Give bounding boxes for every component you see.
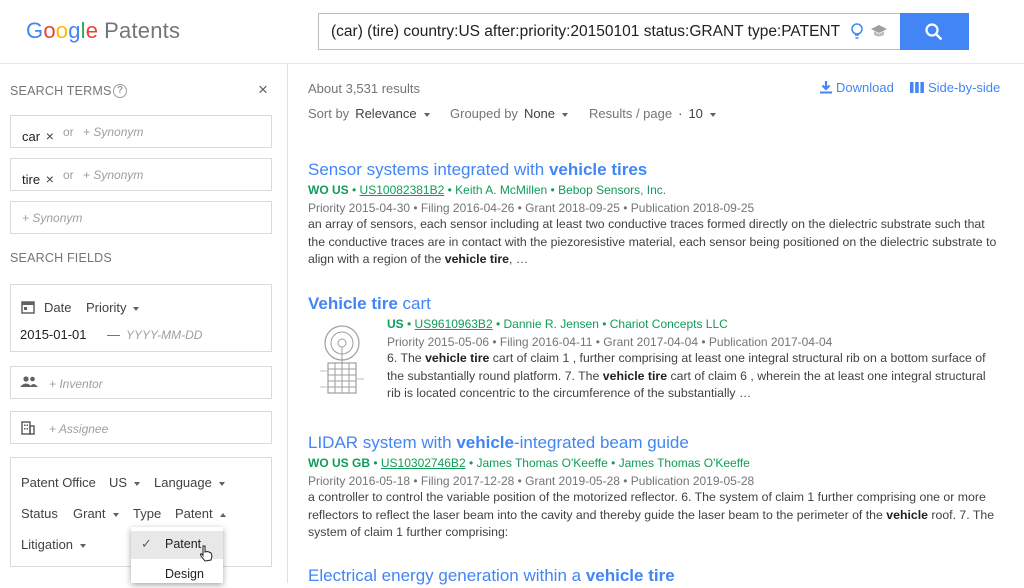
logo-letter: g [68, 18, 81, 43]
search-icon [925, 23, 943, 41]
result-snippet: a controller to control the variable pos… [308, 490, 995, 539]
result-title-link[interactable]: Electrical energy generation within a ve… [308, 566, 675, 586]
empty-term-box[interactable]: + Synonym [10, 201, 272, 234]
assignee-field[interactable]: + Assignee [10, 411, 272, 444]
patent-drawing-thumbnail[interactable] [312, 321, 372, 401]
date-type-dropdown[interactable]: Priority [86, 300, 140, 315]
people-icon [20, 376, 38, 387]
chevron-down-icon [562, 112, 569, 117]
search-term-value: tire × [22, 171, 54, 187]
type-option-design[interactable]: Design [131, 560, 223, 588]
check-icon: ✓ [141, 536, 152, 551]
or-label: or [63, 125, 74, 139]
grouped-by-dropdown[interactable]: Grouped by None [450, 106, 569, 121]
assignee-input[interactable]: + Assignee [49, 422, 108, 436]
logo-letter: e [85, 18, 99, 43]
result-ids: WO US GB • US10302746B2 • James Thomas O… [308, 456, 750, 470]
side-by-side-link[interactable]: Side-by-side [910, 80, 1000, 95]
synonym-input[interactable]: + Synonym [83, 168, 143, 182]
status-dropdown[interactable]: Grant [73, 506, 119, 521]
status-label: Status [21, 506, 58, 521]
patent-number-link[interactable]: US9610963B2 [415, 317, 493, 331]
chevron-up-icon [219, 512, 226, 517]
scholar-cap-icon[interactable] [870, 23, 888, 39]
synonym-input[interactable]: + Synonym [22, 211, 82, 225]
type-label: Type [133, 506, 162, 521]
download-icon [820, 81, 832, 94]
synonym-input[interactable]: + Synonym [83, 125, 143, 139]
result-title-link[interactable]: Sensor systems integrated with vehicle t… [308, 160, 647, 180]
search-input[interactable] [331, 14, 851, 49]
logo-letter: o [55, 18, 69, 43]
result-ids: US • US9610963B2 • Dannie R. Jensen • Ch… [387, 317, 728, 331]
remove-term-icon[interactable]: × [46, 128, 54, 144]
type-option-patent[interactable]: ✓ Patent [131, 531, 223, 562]
results-per-page-dropdown[interactable]: Results / page · 10 [589, 106, 716, 121]
result-snippet: 6. The vehicle tire cart of claim 1 , fu… [387, 351, 986, 400]
or-label: or [63, 168, 74, 182]
date-from-input[interactable]: 2015-01-01 [20, 327, 87, 342]
sort-by-dropdown[interactable]: Sort by Relevance [308, 106, 430, 121]
result-snippet: an array of sensors, each sensor includi… [308, 217, 997, 266]
result-dates: Priority 2016-05-18 • Filing 2017-12-28 … [308, 474, 755, 488]
language-dropdown[interactable]: Language [154, 475, 225, 490]
chevron-down-icon [133, 306, 140, 311]
building-icon [21, 421, 35, 435]
remove-term-icon[interactable]: × [46, 171, 54, 187]
help-icon[interactable]: ? [113, 84, 127, 98]
date-to-input[interactable]: YYYY-MM-DD [126, 328, 202, 342]
result-title-link[interactable]: Vehicle tire cart [308, 294, 431, 314]
result-dates: Priority 2015-04-30 • Filing 2016-04-26 … [308, 201, 755, 215]
download-link[interactable]: Download [820, 80, 894, 95]
search-box [318, 13, 900, 50]
search-term-car[interactable]: car × or + Synonym [10, 115, 272, 148]
inventor-input[interactable]: + Inventor [49, 377, 103, 391]
patent-office-label: Patent Office [21, 475, 96, 490]
patent-number-link[interactable]: US10082381B2 [360, 183, 445, 197]
calendar-icon [21, 301, 35, 314]
search-term-tire[interactable]: tire × or + Synonym [10, 158, 272, 191]
chevron-down-icon [709, 112, 716, 117]
search-term-value: car × [22, 128, 54, 144]
patent-office-dropdown[interactable]: US [109, 475, 141, 490]
chevron-down-icon [112, 512, 119, 517]
result-dates: Priority 2015-05-06 • Filing 2016-04-11 … [387, 335, 833, 349]
logo-letter: o [43, 18, 56, 43]
inventor-field[interactable]: + Inventor [10, 366, 272, 399]
chevron-down-icon [80, 543, 87, 548]
lightbulb-icon[interactable] [850, 23, 864, 41]
search-terms-label: SEARCH TERMS [10, 84, 112, 98]
columns-icon [910, 82, 924, 93]
close-icon[interactable]: × [258, 80, 268, 100]
type-option-label: Patent [165, 537, 202, 551]
patent-number-link[interactable]: US10302746B2 [381, 456, 466, 470]
google-patents-logo[interactable]: Google Patents [26, 18, 180, 44]
litigation-dropdown[interactable]: Litigation [21, 537, 87, 552]
type-dropdown[interactable]: Patent [175, 506, 226, 521]
chevron-down-icon [134, 481, 141, 486]
result-ids: WO US • US10082381B2 • Keith A. McMillen… [308, 183, 667, 197]
date-label: Date [44, 300, 72, 315]
search-fields-label: SEARCH FIELDS [10, 251, 112, 265]
type-option-label: Design [165, 567, 204, 581]
date-field: Date Priority 2015-01-01 — YYYY-MM-DD [10, 284, 272, 352]
logo-letter: G [26, 18, 44, 43]
type-dropdown-menu: ✓ Patent Design [131, 527, 223, 583]
result-title-link[interactable]: LIDAR system with vehicle-integrated bea… [308, 433, 689, 453]
search-button[interactable] [900, 13, 969, 50]
results-count: About 3,531 results [308, 81, 421, 96]
search-sidebar: SEARCH TERMS ? × car × or + Synonym tire… [0, 64, 288, 583]
chevron-down-icon [423, 112, 430, 117]
date-dash: — [107, 327, 120, 342]
chevron-down-icon [218, 481, 225, 486]
logo-product-name: Patents [104, 18, 181, 43]
app-header: Google Patents [0, 0, 1024, 64]
